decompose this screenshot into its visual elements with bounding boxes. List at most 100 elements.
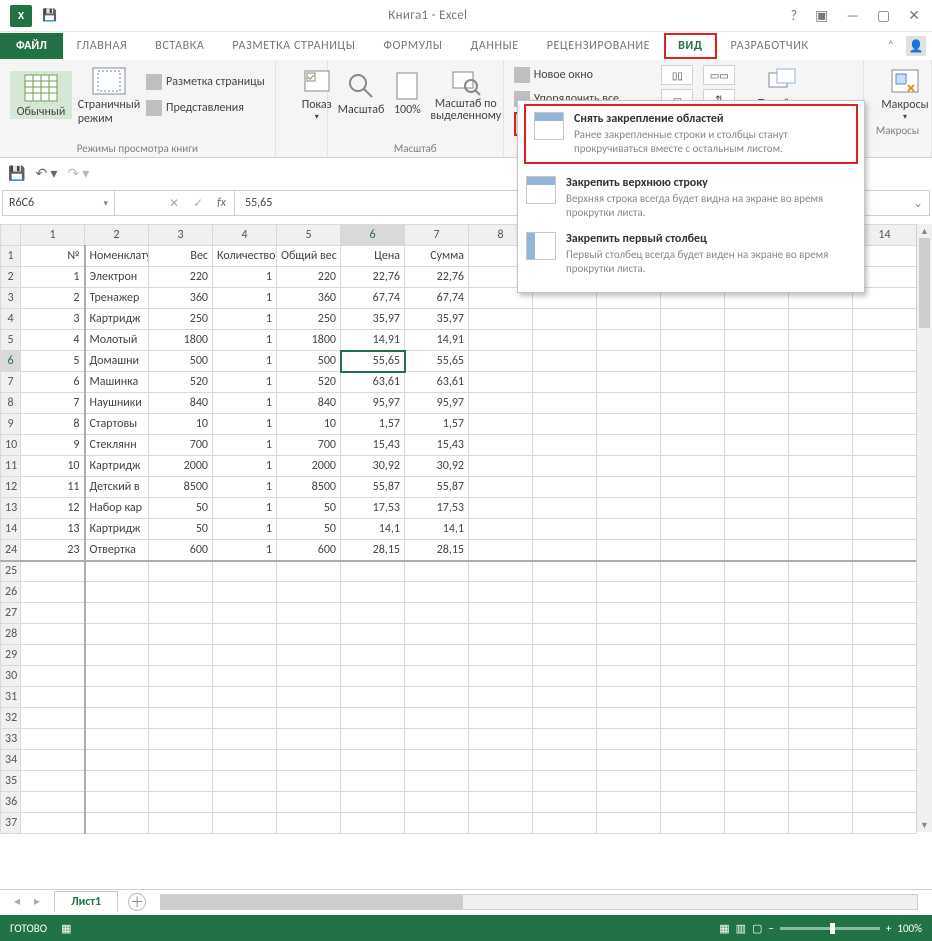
cell[interactable] <box>405 603 469 624</box>
cell[interactable] <box>277 666 341 687</box>
minimize-icon[interactable]: — <box>846 7 859 24</box>
cell[interactable] <box>853 603 917 624</box>
cell[interactable] <box>597 498 661 519</box>
cell[interactable]: 7 <box>21 393 85 414</box>
cell[interactable] <box>661 624 725 645</box>
cell[interactable] <box>853 687 917 708</box>
cell[interactable] <box>853 393 917 414</box>
cell[interactable] <box>661 792 725 813</box>
cell[interactable]: 1 <box>213 414 277 435</box>
cell[interactable] <box>661 456 725 477</box>
cell[interactable] <box>533 645 597 666</box>
cell[interactable]: 10 <box>277 414 341 435</box>
cell[interactable] <box>725 792 789 813</box>
cell[interactable] <box>405 687 469 708</box>
cell[interactable] <box>597 771 661 792</box>
cell[interactable] <box>213 624 277 645</box>
cell[interactable] <box>597 309 661 330</box>
column-header[interactable]: 6 <box>341 225 405 246</box>
cell[interactable] <box>469 603 533 624</box>
cell[interactable]: 220 <box>149 267 213 288</box>
cell[interactable] <box>789 393 853 414</box>
cell[interactable] <box>405 750 469 771</box>
cell[interactable] <box>725 708 789 729</box>
cell[interactable] <box>533 771 597 792</box>
cell[interactable] <box>661 435 725 456</box>
cell[interactable] <box>277 708 341 729</box>
zoom-out-icon[interactable]: − <box>768 922 773 935</box>
cell[interactable]: 1 <box>213 288 277 309</box>
cell[interactable] <box>661 477 725 498</box>
view-layout-icon[interactable]: ▥ <box>736 922 746 935</box>
cell[interactable] <box>789 750 853 771</box>
cell[interactable]: Картридж <box>85 519 149 540</box>
cell[interactable]: 1800 <box>149 330 213 351</box>
row-header[interactable]: 30 <box>1 666 21 687</box>
cell[interactable] <box>469 540 533 561</box>
cell[interactable] <box>789 498 853 519</box>
cell[interactable]: 11 <box>21 477 85 498</box>
row-header[interactable]: 24 <box>1 540 21 561</box>
view-break-icon[interactable]: ▢ <box>752 922 762 935</box>
cell[interactable] <box>597 708 661 729</box>
cell[interactable]: 250 <box>277 309 341 330</box>
cell[interactable] <box>21 708 85 729</box>
cell[interactable] <box>789 729 853 750</box>
cell[interactable]: 30,92 <box>405 456 469 477</box>
cell[interactable]: Сумма <box>405 246 469 267</box>
cancel-formula-icon[interactable]: ✕ <box>169 196 179 211</box>
cell[interactable] <box>469 561 533 582</box>
cell[interactable] <box>469 372 533 393</box>
cell[interactable] <box>597 750 661 771</box>
cell[interactable] <box>21 792 85 813</box>
cell[interactable] <box>725 498 789 519</box>
cell[interactable] <box>597 519 661 540</box>
column-header[interactable]: 7 <box>405 225 469 246</box>
cell[interactable] <box>853 645 917 666</box>
cell[interactable]: 8500 <box>277 477 341 498</box>
cell[interactable]: 1 <box>213 435 277 456</box>
cell[interactable]: 13 <box>21 519 85 540</box>
cell[interactable] <box>405 813 469 834</box>
row-header[interactable]: 3 <box>1 288 21 309</box>
cell[interactable] <box>469 582 533 603</box>
cell[interactable]: 220 <box>277 267 341 288</box>
cell[interactable] <box>725 309 789 330</box>
horizontal-scrollbar[interactable] <box>160 894 918 910</box>
cell[interactable] <box>405 771 469 792</box>
cell[interactable] <box>789 687 853 708</box>
custom-views-button[interactable]: Представления <box>146 97 265 119</box>
cell[interactable]: 1 <box>213 330 277 351</box>
cell[interactable] <box>341 687 405 708</box>
cell[interactable]: 14,91 <box>341 330 405 351</box>
cell[interactable] <box>149 771 213 792</box>
cell[interactable] <box>725 561 789 582</box>
cell[interactable] <box>725 624 789 645</box>
cell[interactable] <box>725 519 789 540</box>
cell[interactable]: 15,43 <box>405 435 469 456</box>
cell[interactable] <box>21 729 85 750</box>
cell[interactable] <box>469 771 533 792</box>
cell[interactable]: Количество <box>213 246 277 267</box>
cell[interactable]: 4 <box>21 330 85 351</box>
row-header[interactable]: 2 <box>1 267 21 288</box>
cell[interactable]: 840 <box>149 393 213 414</box>
cell[interactable] <box>277 603 341 624</box>
cell[interactable]: Молотый <box>85 330 149 351</box>
cell[interactable] <box>533 477 597 498</box>
view-side-by-side-button[interactable]: ▭▭ <box>703 64 735 86</box>
cell[interactable]: 1800 <box>277 330 341 351</box>
cell[interactable] <box>533 792 597 813</box>
cell[interactable] <box>21 624 85 645</box>
cell[interactable] <box>597 477 661 498</box>
chevron-down-icon[interactable]: ▾ <box>103 198 108 209</box>
cell[interactable] <box>853 519 917 540</box>
cell[interactable] <box>533 813 597 834</box>
ribbon-options-icon[interactable]: ▣ <box>815 7 828 24</box>
cell[interactable] <box>661 561 725 582</box>
cell[interactable] <box>469 645 533 666</box>
collapse-ribbon-icon[interactable]: ˄ <box>882 39 900 53</box>
cell[interactable] <box>725 750 789 771</box>
tab-разработчик[interactable]: РАЗРАБОТЧИК <box>717 33 823 59</box>
freeze-menu-item[interactable]: Закрепить верхнюю строкуВерхняя строка в… <box>518 170 864 226</box>
